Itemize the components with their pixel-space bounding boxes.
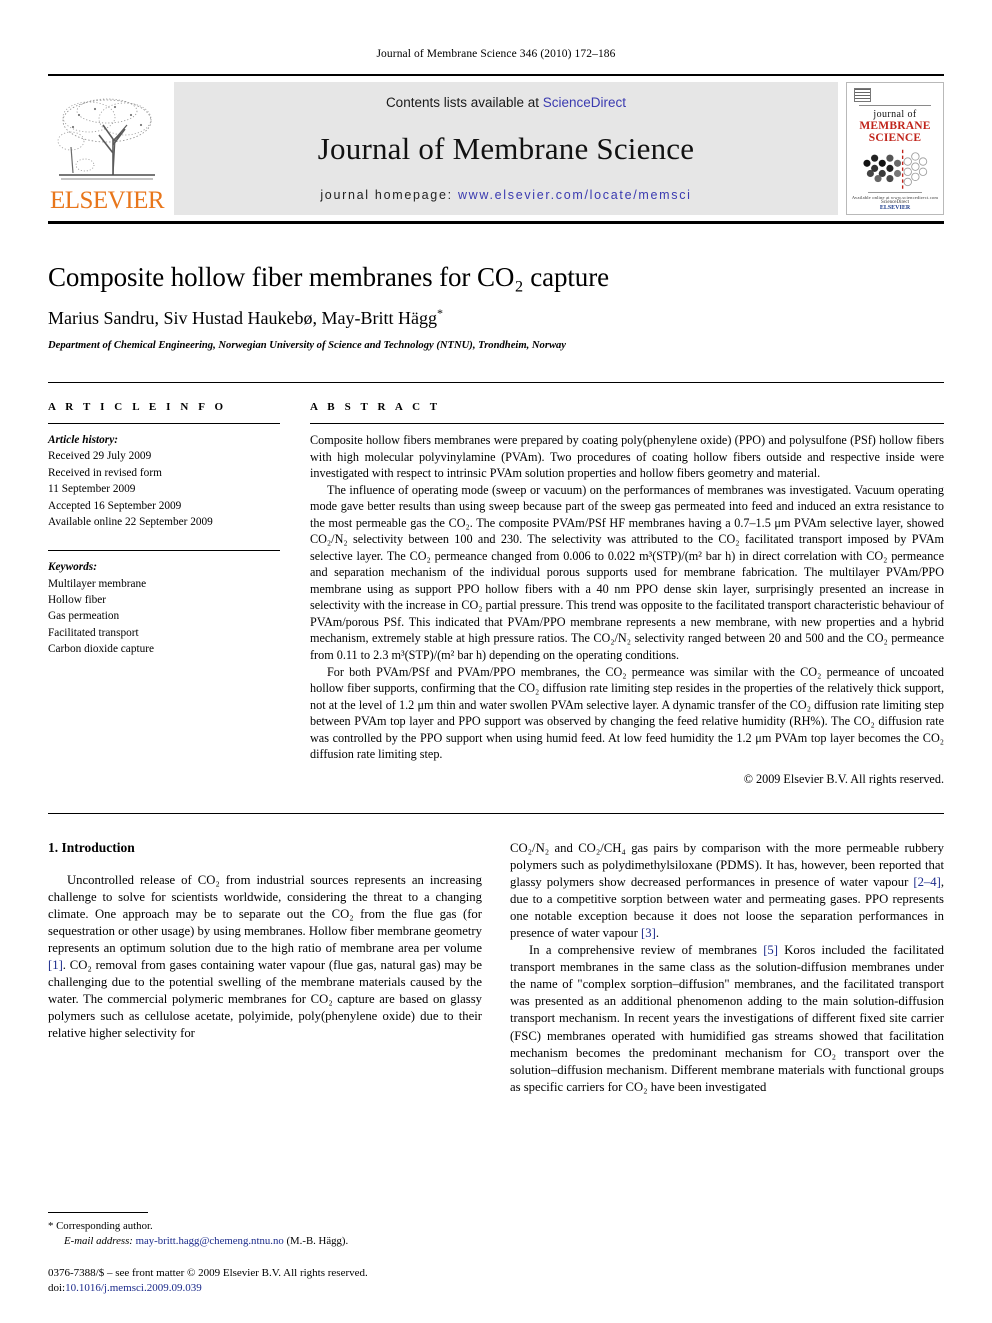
title-block: Composite hollow fiber membranes for CO₂… [48,262,944,352]
affiliation: Department of Chemical Engineering, Norw… [48,339,567,351]
body-column-right: CO₂/N₂ and CO₂/CH₄ gas pairs by comparis… [510,840,944,1096]
corresponding-author-marker: * [436,306,443,321]
author-names: Marius Sandru, Siv Hustad Haukebø, May-B… [48,308,437,329]
article-history-label: Article history: [48,434,118,447]
cover-line-2: MEMBRANE [859,119,931,132]
masthead-bottom-rule [48,221,944,224]
homepage-prefix: journal homepage: [320,188,458,202]
citation-ref[interactable]: [5] [763,943,778,957]
cover-rule-top [859,104,931,106]
doi-link[interactable]: 10.1016/j.memsci.2009.09.039 [65,1282,202,1294]
keyword-item: Facilitated transport [48,626,139,639]
introduction-paragraph-right-2: In a comprehensive review of membranes [… [510,943,945,1094]
introduction-paragraph-right-1: CO₂/N₂ and CO₂/CH₄ gas pairs by comparis… [510,840,944,941]
article-info-label: A R T I C L E I N F O [48,401,227,414]
keywords-rule [48,550,280,552]
email-suffix: (M.-B. Hägg). [286,1234,349,1247]
paper-page: Journal of Membrane Science 346 (2010) 1… [0,0,992,1323]
contents-list-line: Contents lists available at ScienceDirec… [386,95,626,110]
article-info-column: A R T I C L E I N F O Article history: R… [48,401,280,787]
contents-prefix: Contents lists available at [385,95,543,110]
abstract-paragraph: Composite hollow fibers membranes were p… [310,433,944,481]
footnote-rule [48,1212,148,1213]
email-link[interactable]: may-britt.hagg@chemeng.ntnu.no [136,1235,284,1247]
journal-masthead: ELSEVIER Contents lists available at Sci… [48,74,944,215]
citation-ref[interactable]: [1] [48,958,63,972]
footnote-block: * Corresponding author. E-mail address: … [48,1212,482,1297]
keyword-item: Multilayer membrane [48,577,147,590]
doi-line: doi:10.1016/j.memsci.2009.09.039 [48,1281,482,1297]
page-title: Composite hollow fiber membranes for CO₂… [48,262,609,292]
keywords-label: Keywords: [48,561,97,574]
abstract-label: A B S T R A C T [310,401,441,414]
cover-line-1: journal of [873,108,917,120]
imprint-block: 0376-7388/$ – see front matter © 2009 El… [48,1266,482,1297]
issn-copyright-line: 0376-7388/$ – see front matter © 2009 El… [48,1266,368,1279]
journal-title: Journal of Membrane Science [317,131,695,166]
journal-homepage-line: journal homepage: www.elsevier.com/locat… [320,188,691,202]
article-history-item: Received 29 July 2009 [48,450,152,463]
email-label: E-mail address: [64,1234,133,1247]
cover-line-3: SCIENCE [868,131,922,144]
abstract-paragraph: The influence of operating mode (sweep o… [310,482,944,662]
author-list: Marius Sandru, Siv Hustad Haukebø, May-B… [48,306,944,330]
abstract-body: Composite hollow fibers membranes were p… [310,432,944,763]
cover-footer: Available online at www.sciencedirect.co… [847,192,943,211]
keyword-item: Carbon dioxide capture [48,643,155,656]
body-column-left: 1. Introduction Uncontrolled release of … [48,840,482,1096]
elsevier-wordmark: ELSEVIER [49,187,165,214]
introduction-section: 1. Introduction Uncontrolled release of … [48,812,944,1096]
abstract-column: A B S T R A C T Composite hollow fibers … [310,401,944,787]
article-info-rule [48,423,280,425]
introduction-paragraph-left: Uncontrolled release of CO₂ from industr… [48,872,482,1041]
elsevier-logo: ELSEVIER [48,82,166,215]
running-head: Journal of Membrane Science 346 (2010) 1… [376,48,616,60]
cover-rule-bottom [868,192,922,193]
journal-cover-thumbnail: journal of MEMBRANE SCIENCE Available on… [846,82,944,215]
citation-ref[interactable]: [2–4] [913,875,940,889]
journal-banner: Contents lists available at ScienceDirec… [174,82,838,215]
keyword-item: Hollow fiber [48,594,107,607]
cover-publisher-badge-icon [854,88,871,102]
article-history-item: Accepted 16 September 2009 [48,499,182,512]
cover-molecule-graphic-icon [863,149,928,189]
email-note: E-mail address: may-britt.hagg@chemeng.n… [48,1234,482,1249]
corresponding-author-note: * Corresponding author. [48,1219,482,1234]
abstract-rule [310,423,944,425]
keyword-item: Gas permeation [48,610,120,623]
article-history-item: Received in revised form [48,466,162,479]
elsevier-tree-icon [57,98,155,180]
cover-footer-line-3: ELSEVIER [879,205,911,211]
abstract-paragraph: For both PVAm/PSf and PVAm/PPO membranes… [310,664,944,762]
sciencedirect-link[interactable]: ScienceDirect [543,95,626,110]
info-abstract-section: A R T I C L E I N F O Article history: R… [48,382,944,787]
doi-label: doi: [48,1282,66,1295]
article-history-item: Available online 22 September 2009 [48,515,213,528]
article-history-item: 11 September 2009 [48,483,136,496]
abstract-copyright: © 2009 Elsevier B.V. All rights reserved… [743,771,944,786]
homepage-link[interactable]: www.elsevier.com/locate/memsci [458,188,692,202]
section-heading-introduction: 1. Introduction [48,839,135,855]
corresponding-author-text: Corresponding author. [56,1220,153,1232]
citation-ref[interactable]: [3] [641,926,656,940]
corresponding-author-star: * [48,1220,54,1232]
